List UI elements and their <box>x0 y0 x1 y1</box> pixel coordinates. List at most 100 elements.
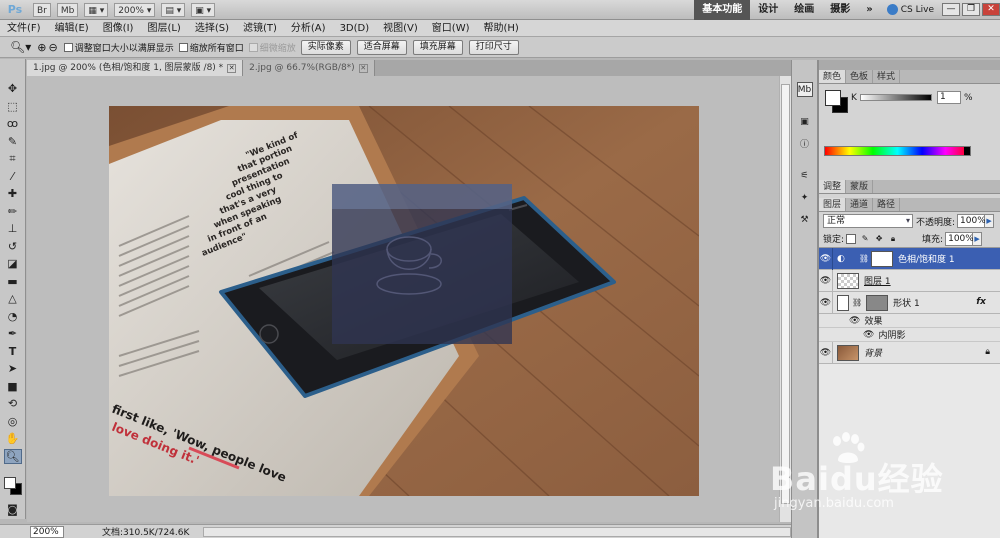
menu-3d[interactable]: 3D(D) <box>333 20 377 37</box>
horizontal-scrollbar[interactable] <box>203 526 791 537</box>
resize-windows-checkbox[interactable]: 调整窗口大小以满屏显示 <box>63 41 174 54</box>
path-select-tool-icon[interactable]: ➤ <box>4 361 22 377</box>
brush-tool-icon[interactable]: ✏ <box>4 204 22 220</box>
clone-stamp-tool-icon[interactable]: ⊥ <box>4 221 22 237</box>
crop-tool-icon[interactable]: ⌗ <box>4 151 22 167</box>
foreground-color-swatch[interactable] <box>3 477 16 490</box>
close-tab-icon[interactable]: ✕ <box>358 63 368 73</box>
hand-tool-icon[interactable]: ✋ <box>4 431 22 447</box>
more-workspaces-button[interactable]: » <box>858 0 880 20</box>
menu-image[interactable]: 图像(I) <box>96 20 141 37</box>
fit-screen-button[interactable]: 适合屏幕 <box>356 39 407 55</box>
vertical-scrollbar[interactable] <box>779 76 791 522</box>
tab-color[interactable]: 颜色 <box>819 70 847 83</box>
workspace-photography[interactable]: 摄影 <box>822 0 858 20</box>
clone-source-icon[interactable]: ✦ <box>797 190 813 205</box>
tab-document-1[interactable]: 1.jpg @ 200% (色相/饱和度 1, 图层蒙版 /8) * ✕ <box>27 60 244 76</box>
close-button[interactable]: ✕ <box>982 3 1000 16</box>
k-value-field[interactable]: 1 <box>937 91 961 104</box>
document-image[interactable]: "We kind of that portion presentation co… <box>109 106 699 496</box>
gradient-tool-icon[interactable]: ▬ <box>4 274 22 290</box>
menu-filter[interactable]: 滤镜(T) <box>236 20 284 37</box>
lock-transparency-icon[interactable] <box>846 233 857 244</box>
zoom-level-dropdown[interactable]: 200% ▾ <box>114 2 156 17</box>
inner-shadow-row[interactable]: 👁︎ 内阴影 <box>819 328 1000 342</box>
mini-bridge-icon[interactable]: Mb <box>796 82 813 97</box>
bridge-button[interactable]: Br <box>33 2 51 17</box>
close-tab-icon[interactable]: ✕ <box>227 63 237 73</box>
menu-analysis[interactable]: 分析(A) <box>284 20 333 37</box>
info-icon[interactable]: ⓘ <box>797 136 813 151</box>
quick-mask-icon[interactable]: ◙ <box>4 501 22 517</box>
workspace-essentials[interactable]: 基本功能 <box>694 0 751 20</box>
visibility-eye-icon[interactable]: 👁︎ <box>849 316 860 326</box>
print-size-button[interactable]: 打印尺寸 <box>468 39 519 55</box>
zoom-in-icon[interactable]: ⊕ <box>37 41 46 54</box>
tab-paths[interactable]: 路径 <box>873 198 901 211</box>
cs-live-button[interactable]: CS Live <box>881 4 940 15</box>
opacity-arrow-icon[interactable]: ▶ <box>985 214 995 228</box>
chain-link-icon[interactable]: ⛓︎ <box>859 254 869 263</box>
history-brush-tool-icon[interactable]: ↺ <box>4 239 22 255</box>
healing-brush-tool-icon[interactable]: ✚ <box>4 186 22 202</box>
opacity-field[interactable]: 100% <box>957 214 986 228</box>
color-swatches[interactable] <box>3 474 23 496</box>
zoom-tool-icon[interactable]: 🔍︎ <box>3 448 22 465</box>
tab-document-2[interactable]: 2.jpg @ 66.7%(RGB/8*) ✕ <box>243 60 375 76</box>
minimize-button[interactable]: — <box>942 3 960 16</box>
layer-shape-1[interactable]: 👁︎ ⛓︎ 形状 1 fx <box>819 291 1000 314</box>
fx-icon[interactable]: fx <box>976 297 986 307</box>
eyedropper-tool-icon[interactable]: ⁄ <box>4 169 22 185</box>
lasso-tool-icon[interactable]: ꝏ <box>4 116 22 132</box>
fill-arrow-icon[interactable]: ▶ <box>973 231 983 246</box>
quick-select-tool-icon[interactable]: ✎ <box>4 134 22 150</box>
zoom-out-icon[interactable]: ⊖ <box>48 41 57 54</box>
menu-select[interactable]: 选择(S) <box>188 20 236 37</box>
canvas-area[interactable]: "We kind of that portion presentation co… <box>27 76 779 522</box>
tab-adjustments[interactable]: 调整 <box>819 180 847 193</box>
mini-bridge-button[interactable]: Mb <box>56 2 79 17</box>
menu-edit[interactable]: 编辑(E) <box>48 20 96 37</box>
shape-tool-icon[interactable]: ■ <box>4 379 22 395</box>
menu-file[interactable]: 文件(F) <box>0 20 48 37</box>
scroll-thumb[interactable] <box>781 84 790 504</box>
layer-1[interactable]: 👁︎ 图层 1 <box>819 269 1000 292</box>
move-tool-icon[interactable]: ✥ <box>4 81 22 97</box>
layer-hue-saturation[interactable]: 👁︎ ◐ ⛓︎ 色相/饱和度 1 <box>819 247 1000 270</box>
visibility-eye-icon[interactable]: 👁︎ <box>819 269 833 292</box>
eraser-tool-icon[interactable]: ◪ <box>4 256 22 272</box>
zoom-all-windows-checkbox[interactable]: 缩放所有窗口 <box>178 41 244 54</box>
brush-presets-icon[interactable]: ⚟ <box>797 168 813 183</box>
lock-all-icon[interactable]: 🔒︎ <box>888 234 898 244</box>
pen-tool-icon[interactable]: ✒ <box>4 326 22 342</box>
menu-help[interactable]: 帮助(H) <box>477 20 526 37</box>
menu-window[interactable]: 窗口(W) <box>425 20 477 37</box>
k-slider[interactable] <box>860 94 932 101</box>
tab-channels[interactable]: 通道 <box>846 198 874 211</box>
tab-swatches[interactable]: 色板 <box>846 70 874 83</box>
workspace-design[interactable]: 设计 <box>750 0 786 20</box>
3d-orbit-tool-icon[interactable]: ◎ <box>4 414 22 430</box>
visibility-eye-icon[interactable]: 👁︎ <box>863 330 874 340</box>
restore-button[interactable]: ❐ <box>962 3 980 16</box>
visibility-eye-icon[interactable]: 👁︎ <box>819 247 833 270</box>
lock-position-icon[interactable]: ✥ <box>874 234 884 244</box>
panel-dock-header[interactable] <box>819 60 1000 70</box>
blur-tool-icon[interactable]: △ <box>4 291 22 307</box>
screen-mode-button[interactable]: ▣ ▾ <box>191 2 216 17</box>
view-extras-button[interactable]: ▦ ▾ <box>84 2 109 17</box>
chain-link-icon[interactable]: ⛓︎ <box>852 298 862 307</box>
zoom-field[interactable]: 200% <box>30 525 64 538</box>
effects-row[interactable]: 👁︎ 效果 <box>819 314 1000 328</box>
tab-styles[interactable]: 样式 <box>873 70 901 83</box>
layer-mask-thumbnail[interactable] <box>871 250 894 267</box>
visibility-eye-icon[interactable]: 👁︎ <box>819 341 833 364</box>
fill-field[interactable]: 100% <box>945 231 974 246</box>
arrange-documents-button[interactable]: ▤ ▾ <box>161 2 186 17</box>
type-tool-icon[interactable]: T <box>4 344 22 360</box>
foreground-color-swatch[interactable] <box>825 90 841 106</box>
scrubby-zoom-checkbox[interactable]: 细微缩放 <box>248 41 296 54</box>
document-info[interactable]: 文档:310.5K/724.6K <box>102 525 189 538</box>
marquee-tool-icon[interactable]: ⬚ <box>4 99 22 115</box>
color-ramp[interactable] <box>824 146 971 156</box>
